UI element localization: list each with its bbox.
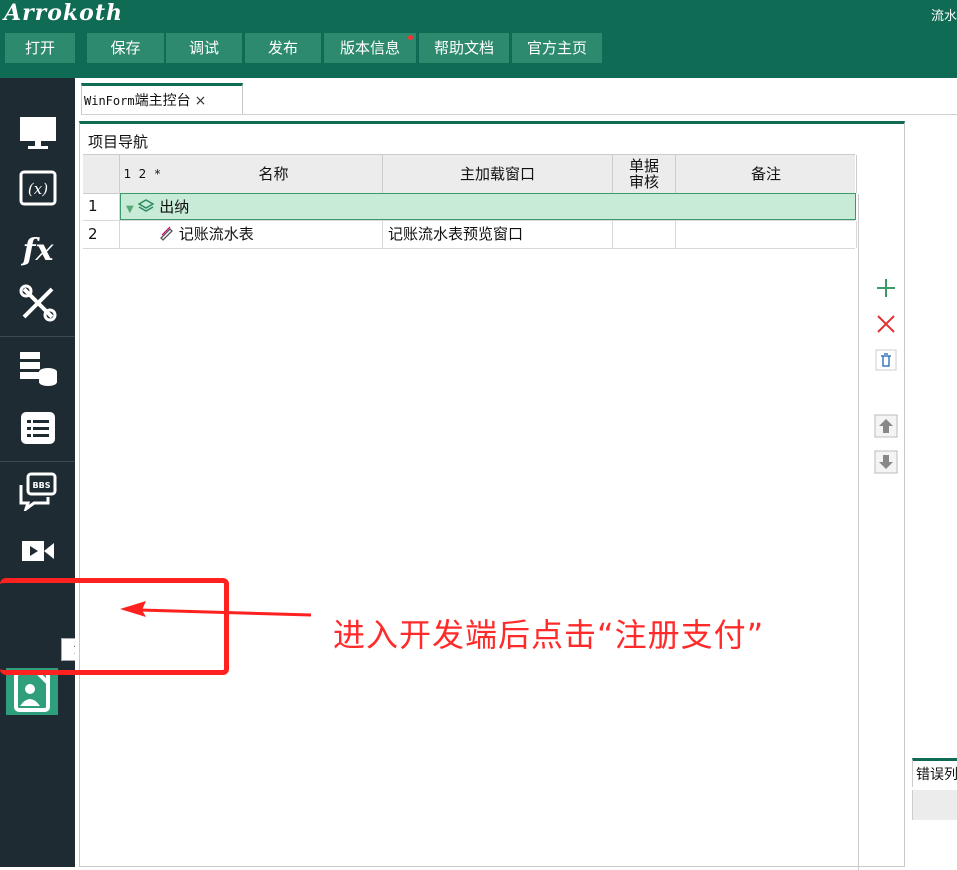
table-row[interactable]: 1 ▼ 出纳 [83, 193, 856, 221]
window-title-fragment: 流水 [930, 9, 957, 24]
grid-header: 1 2 * 名称 主加载窗口 单据 审核 备注 [83, 154, 857, 194]
main-content: WinForm端主控台 × 项目导航 1 2 * 名称 主加载窗口 单据 审核 备注… [75, 78, 957, 870]
row-remark[interactable] [676, 221, 857, 248]
annotation-arrow-icon [120, 601, 312, 617]
payment-document-icon [14, 671, 50, 712]
sidebar-divider [0, 461, 75, 462]
header-rownum [83, 155, 120, 193]
bbs-forum-icon[interactable]: BBS [18, 471, 58, 514]
monitor-icon[interactable] [18, 113, 58, 153]
delete-icon[interactable] [874, 312, 898, 336]
svg-text:(x): (x) [28, 180, 48, 198]
menu-version-label: 版本信息 [339, 39, 400, 57]
header-name[interactable]: 名称 [165, 155, 383, 193]
menu-version-button[interactable]: 版本信息 [324, 33, 416, 63]
move-up-icon[interactable] [874, 414, 898, 438]
header-audit-line1: 单据 [628, 157, 659, 175]
svg-text:BBS: BBS [33, 481, 51, 490]
trash-icon[interactable] [874, 348, 898, 372]
grid-toolbar [858, 194, 903, 870]
database-icon[interactable] [18, 348, 58, 388]
menu-open-button[interactable]: 打开 [5, 33, 75, 63]
header-level-2[interactable]: 2 [135, 155, 150, 193]
app-logo: Arrokoth [4, 0, 123, 26]
row-name-cell[interactable]: ▼ 出纳 [120, 193, 856, 220]
highlight-box [0, 578, 229, 675]
header-star: * [154, 167, 161, 181]
move-down-icon[interactable] [874, 450, 898, 474]
tab-suffix: 端主控台 [134, 93, 191, 109]
header-main-window[interactable]: 主加载窗口 [383, 155, 613, 193]
menu-homepage-button[interactable]: 官方主页 [512, 33, 602, 63]
header-remark[interactable]: 备注 [676, 155, 857, 193]
title-bar: Arrokoth 流水 打开 保存 调试 发布 版本信息 帮助文档 官方主页 [0, 0, 957, 78]
panel-title: 项目导航 [88, 133, 149, 151]
row-audit[interactable] [613, 221, 676, 248]
row-name-cell[interactable]: 记账流水表 [120, 221, 383, 248]
row-name: 出纳 [159, 198, 190, 216]
menu-help-button[interactable]: 帮助文档 [419, 33, 509, 63]
tab-prefix: WinForm [84, 94, 135, 108]
row-index: 1 [83, 193, 120, 220]
error-list-header [912, 790, 957, 820]
function-icon[interactable]: fx [18, 228, 58, 268]
pencil-icon [158, 225, 174, 243]
tab-close-icon[interactable]: × [195, 93, 207, 109]
menu-publish-button[interactable]: 发布 [245, 33, 321, 63]
notification-dot [408, 35, 413, 40]
video-icon[interactable] [18, 531, 58, 571]
expand-arrow-icon[interactable]: ▼ [126, 204, 134, 215]
tab-winform-console[interactable]: WinForm端主控台 × [81, 83, 243, 114]
add-icon[interactable] [874, 276, 898, 300]
svg-text:fx: fx [21, 233, 55, 268]
sidebar: (x) fx BBS [0, 78, 75, 867]
header-level-1[interactable]: 1 [120, 155, 135, 193]
project-navigation-panel: 项目导航 1 2 * 名称 主加载窗口 单据 审核 备注 1 ▼ 出纳 2 记账流… [79, 121, 905, 870]
tab-divider [81, 114, 957, 115]
row-name: 记账流水表 [178, 225, 254, 243]
register-payment-button[interactable] [6, 668, 58, 715]
layers-icon [137, 198, 155, 216]
tools-icon[interactable] [18, 283, 58, 323]
error-list-title[interactable]: 错误列表 [912, 758, 957, 787]
menu-debug-button[interactable]: 调试 [166, 33, 242, 63]
sidebar-divider [0, 336, 75, 337]
row-index: 2 [83, 221, 120, 248]
header-audit[interactable]: 单据 审核 [613, 155, 676, 193]
variable-icon[interactable]: (x) [18, 168, 58, 208]
list-icon[interactable] [18, 408, 58, 448]
header-audit-line2: 审核 [628, 173, 659, 191]
table-row[interactable]: 2 记账流水表 记账流水表预览窗口 [83, 221, 857, 249]
menu-save-button[interactable]: 保存 [87, 33, 164, 63]
annotation-text: 进入开发端后点击“注册支付” [333, 616, 765, 654]
row-main-window[interactable]: 记账流水表预览窗口 [383, 221, 613, 248]
